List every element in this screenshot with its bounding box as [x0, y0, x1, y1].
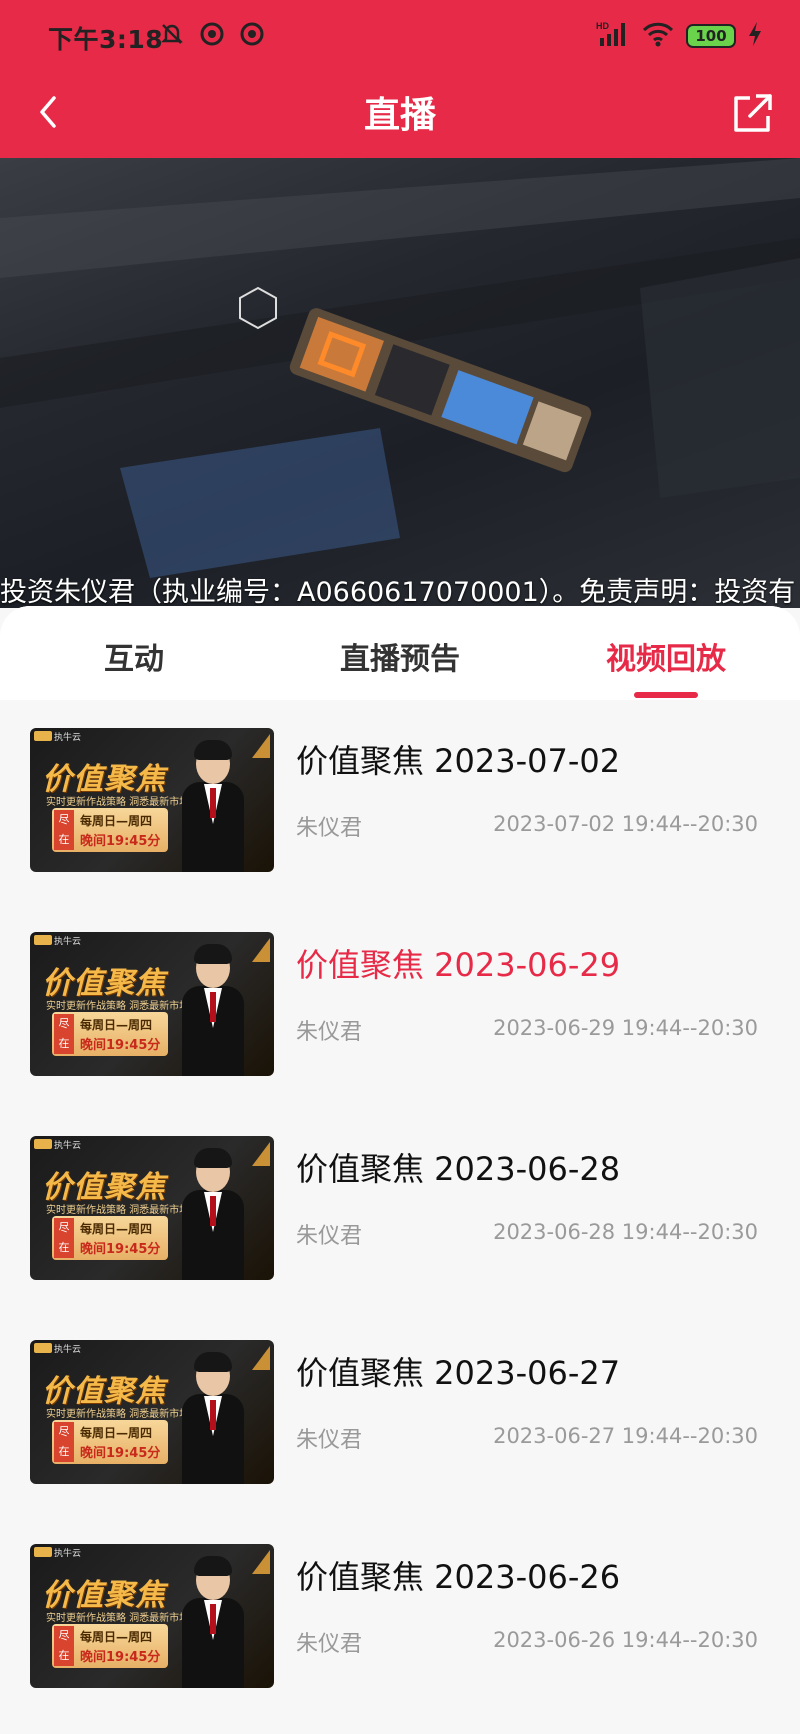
thumb-time: 晚间19:45分 [80, 834, 161, 849]
status-time: 下午3:18 [48, 25, 164, 54]
video-thumbnail: 执牛云 价值聚焦 实时更新作战策略 洞悉最新市场风口 尽在 每周日—周四 晚间19:… [30, 1544, 274, 1688]
item-author: 朱仪君 [296, 1428, 363, 1453]
video-thumbnail: 执牛云 价值聚焦 实时更新作战策略 洞悉最新市场风口 尽在 每周日—周四 晚间19:… [30, 1136, 274, 1280]
thumb-schedule-box: 尽在 每周日—周四 晚间19:45分 [52, 1012, 168, 1056]
list-item[interactable]: 执牛云 价值聚焦 实时更新作战策略 洞悉最新市场风口 尽在 每周日—周四 晚间19:… [0, 706, 800, 886]
thumb-brand: 执牛云 [54, 1345, 82, 1355]
video-frame-image [0, 158, 800, 578]
status-bar: 下午3:18 HD 100 [0, 0, 800, 70]
thumb-days: 每周日—周四 [80, 1222, 153, 1236]
host-portrait [180, 1554, 244, 1688]
thumb-brand: 执牛云 [54, 1549, 82, 1559]
host-portrait [180, 1350, 244, 1484]
item-title: 价值聚焦 2023-06-27 [296, 1354, 621, 1392]
item-author: 朱仪君 [296, 1020, 363, 1045]
page-title: 直播 [363, 95, 436, 136]
item-title: 价值聚焦 2023-07-02 [296, 742, 621, 780]
item-author: 朱仪君 [296, 1224, 363, 1249]
thumb-tag: 尽在 [54, 1218, 74, 1258]
thumb-brand: 执牛云 [54, 937, 82, 947]
video-thumbnail: 执牛云 价值聚焦 实时更新作战策略 洞悉最新市场风口 尽在 每周日—周四 晚间19:… [30, 932, 274, 1076]
thumb-headline: 价值聚焦 [42, 1578, 166, 1613]
thumb-headline: 价值聚焦 [42, 1170, 166, 1205]
host-portrait [180, 738, 244, 872]
brand-logo-icon [34, 1139, 52, 1149]
list-item[interactable]: 执牛云 价值聚焦 实时更新作战策略 洞悉最新市场风口 尽在 每周日—周四 晚间19:… [0, 1522, 800, 1702]
thumb-time: 晚间19:45分 [80, 1038, 161, 1053]
tab-live-preview[interactable]: 直播预告 [280, 634, 520, 678]
app-header: 下午3:18 HD 100 直播 [0, 0, 800, 158]
item-author: 朱仪君 [296, 816, 363, 841]
thumb-tag: 尽在 [54, 810, 74, 850]
thumb-brand: 执牛云 [54, 733, 82, 743]
thumb-days: 每周日—周四 [80, 1018, 153, 1032]
thumb-schedule-box: 尽在 每周日—周四 晚间19:45分 [52, 1624, 168, 1668]
signal-icon: HD [596, 20, 630, 52]
tab-bar: 互动 直播预告 视频回放 [0, 606, 800, 700]
video-thumbnail: 执牛云 价值聚焦 实时更新作战策略 洞悉最新市场风口 尽在 每周日—周四 晚间19:… [30, 1340, 274, 1484]
blocked-app-icon-2 [238, 20, 266, 48]
thumb-tag: 尽在 [54, 1014, 74, 1054]
tab-video-replay[interactable]: 视频回放 [546, 634, 786, 678]
thumb-headline: 价值聚焦 [42, 966, 166, 1001]
decor-triangle [252, 734, 270, 758]
decor-triangle [252, 938, 270, 962]
item-title: 价值聚焦 2023-06-29 [296, 946, 621, 984]
tab-interaction[interactable]: 互动 [14, 634, 254, 678]
decor-triangle [252, 1346, 270, 1370]
decor-triangle [252, 1550, 270, 1574]
video-player[interactable]: 投资朱仪君（执业编号：A0660617070001）。免责声明：投资有 [0, 158, 800, 608]
item-time: 2023-07-02 19:44--20:30 [493, 812, 758, 836]
thumb-schedule-box: 尽在 每周日—周四 晚间19:45分 [52, 808, 168, 852]
content-panel: 互动 直播预告 视频回放 执牛云 价值聚焦 实时更新作战策略 洞悉最新市场风口 … [0, 606, 800, 1734]
item-time: 2023-06-27 19:44--20:30 [493, 1424, 758, 1448]
external-link-icon [734, 94, 772, 132]
thumb-schedule-box: 尽在 每周日—周四 晚间19:45分 [52, 1216, 168, 1260]
thumb-days: 每周日—周四 [80, 814, 153, 828]
battery-indicator: 100 [686, 24, 736, 48]
blocked-app-icon [198, 20, 226, 48]
thumb-tag: 尽在 [54, 1422, 74, 1462]
share-button[interactable] [730, 92, 774, 136]
wifi-icon [642, 21, 674, 51]
video-thumbnail: 执牛云 价值聚焦 实时更新作战策略 洞悉最新市场风口 尽在 每周日—周四 晚间19:… [30, 728, 274, 872]
charging-icon [748, 22, 762, 50]
item-time: 2023-06-28 19:44--20:30 [493, 1220, 758, 1244]
list-item[interactable]: 执牛云 价值聚焦 实时更新作战策略 洞悉最新市场风口 尽在 每周日—周四 晚间19:… [0, 910, 800, 1090]
thumb-headline: 价值聚焦 [42, 762, 166, 797]
disclaimer-ticker: 投资朱仪君（执业编号：A0660617070001）。免责声明：投资有 [0, 577, 796, 608]
thumb-headline: 价值聚焦 [42, 1374, 166, 1409]
nav-bar: 直播 [0, 70, 800, 158]
list-item[interactable]: 执牛云 价值聚焦 实时更新作战策略 洞悉最新市场风口 尽在 每周日—周四 晚间19:… [0, 1318, 800, 1498]
thumb-time: 晚间19:45分 [80, 1242, 161, 1257]
active-tab-indicator [634, 692, 698, 698]
brand-logo-icon [34, 1343, 52, 1353]
item-time: 2023-06-29 19:44--20:30 [493, 1016, 758, 1040]
thumb-time: 晚间19:45分 [80, 1446, 161, 1461]
brand-logo-icon [34, 731, 52, 741]
thumb-days: 每周日—周四 [80, 1426, 153, 1440]
thumb-brand: 执牛云 [54, 1141, 82, 1151]
host-portrait [180, 942, 244, 1076]
svg-text:HD: HD [596, 21, 609, 31]
list-item[interactable]: 执牛云 价值聚焦 实时更新作战策略 洞悉最新市场风口 尽在 每周日—周四 晚间19:… [0, 1114, 800, 1294]
host-portrait [180, 1146, 244, 1280]
item-author: 朱仪君 [296, 1632, 363, 1657]
item-title: 价值聚焦 2023-06-28 [296, 1150, 621, 1188]
thumb-days: 每周日—周四 [80, 1630, 153, 1644]
thumb-tag: 尽在 [54, 1626, 74, 1666]
thumb-time: 晚间19:45分 [80, 1650, 161, 1665]
mute-bell-icon [158, 20, 186, 48]
item-time: 2023-06-26 19:44--20:30 [493, 1628, 758, 1652]
brand-logo-icon [34, 935, 52, 945]
decor-triangle [252, 1142, 270, 1166]
thumb-schedule-box: 尽在 每周日—周四 晚间19:45分 [52, 1420, 168, 1464]
item-title: 价值聚焦 2023-06-26 [296, 1558, 621, 1596]
brand-logo-icon [34, 1547, 52, 1557]
